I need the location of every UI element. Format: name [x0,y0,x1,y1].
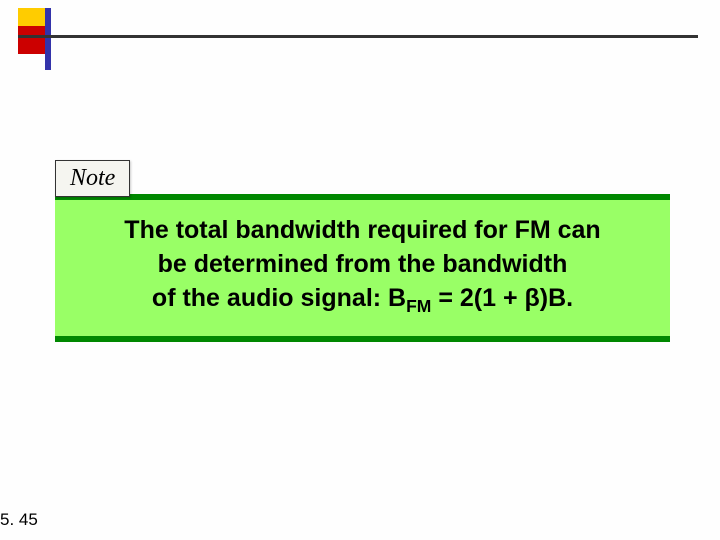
text-subscript: FM [406,296,431,316]
green-rule-bottom [55,336,670,342]
page-number: 5. 45 [0,510,38,530]
slide-decoration [18,8,78,68]
blue-vertical-bar [45,8,51,70]
note-block: Note The total bandwidth required for FM… [55,160,670,342]
red-square [18,26,46,54]
horizontal-rule [18,35,698,38]
note-content-box: The total bandwidth required for FM can … [55,200,670,336]
text-line-2: be determined from the bandwidth [158,250,568,278]
note-text: The total bandwidth required for FM can … [75,214,650,318]
text-line-3-suffix: = 2(1 + β)B. [431,284,573,312]
text-line-3-prefix: of the audio signal: B [152,284,406,312]
text-line-1: The total bandwidth required for FM can [124,216,600,244]
note-label: Note [55,160,130,197]
